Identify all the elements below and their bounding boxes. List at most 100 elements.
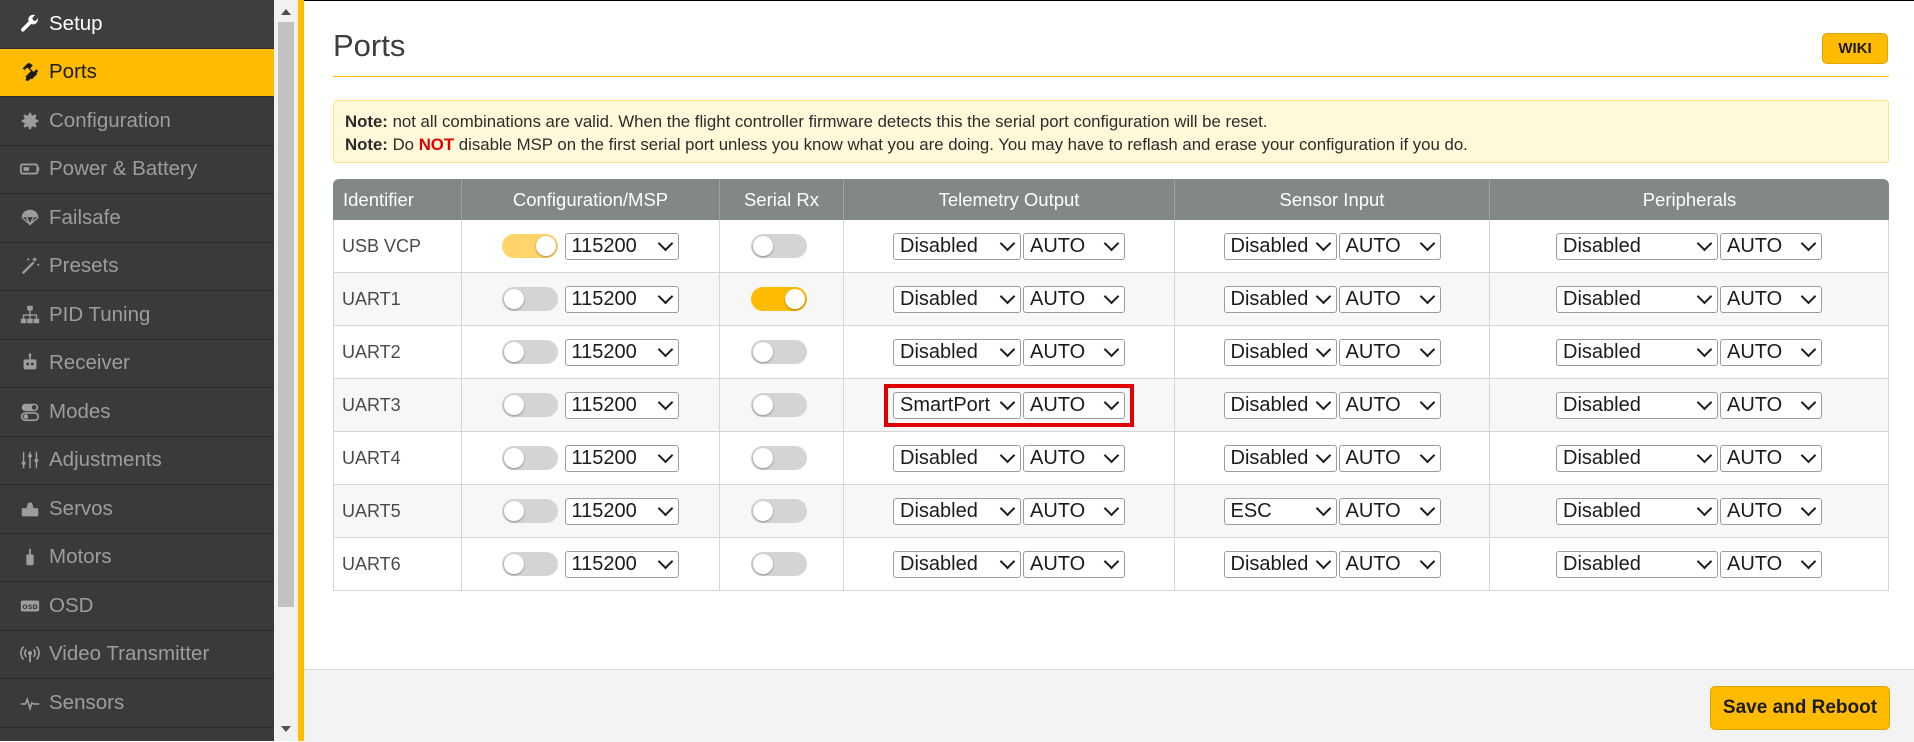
sensor-baud-select[interactable]: AUTO	[1338, 550, 1441, 578]
peripherals-select[interactable]: Disabled	[1556, 232, 1718, 260]
serial-rx-toggle[interactable]	[750, 234, 807, 258]
sidebar-item-ports[interactable]: Ports	[0, 48, 274, 97]
telemetry-baud-select[interactable]: AUTO	[1023, 391, 1125, 419]
telemetry-select[interactable]: Disabled	[893, 550, 1021, 578]
msp-toggle[interactable]	[501, 340, 558, 364]
sidebar-item-presets[interactable]: Presets	[0, 243, 274, 291]
msp-toggle[interactable]	[501, 234, 558, 258]
telemetry-baud-select[interactable]: AUTO	[1023, 550, 1125, 578]
telemetry-baud-select-value: AUTO	[1030, 234, 1086, 257]
telemetry-baud-select[interactable]: AUTO	[1023, 285, 1125, 313]
sidebar-item-motors[interactable]: Motors	[0, 534, 274, 582]
sensor-baud-select[interactable]: AUTO	[1338, 338, 1441, 366]
sensor-baud-select[interactable]: AUTO	[1338, 391, 1441, 419]
telemetry-select[interactable]: Disabled	[893, 497, 1021, 525]
sensor-select[interactable]: Disabled	[1223, 232, 1337, 260]
sensor-select[interactable]: Disabled	[1223, 391, 1337, 419]
telemetry-baud-select[interactable]: AUTO	[1023, 497, 1125, 525]
telemetry-select[interactable]: SmartPort	[893, 391, 1021, 419]
peripherals-select[interactable]: Disabled	[1556, 391, 1718, 419]
msp-baud-select[interactable]: 115200	[564, 232, 679, 260]
peripherals-baud-select[interactable]: AUTO	[1720, 338, 1822, 366]
sidebar-item-failsafe[interactable]: Failsafe	[0, 194, 274, 243]
msp-baud-select[interactable]: 115200	[564, 550, 679, 578]
peripherals-baud-select[interactable]: AUTO	[1720, 391, 1822, 419]
table-header-row: Identifier Configuration/MSP Serial Rx Tele…	[333, 179, 1889, 220]
serial-rx-toggle[interactable]	[750, 287, 807, 311]
chevron-down-icon	[1103, 288, 1120, 305]
serial-rx-toggle[interactable]	[750, 340, 807, 364]
sidebar-item-setup[interactable]: Setup	[0, 0, 274, 49]
sidebar-item-osd[interactable]: OSD OSD	[0, 582, 274, 631]
scroll-up-arrow-icon[interactable]	[281, 9, 291, 15]
save-and-reboot-button[interactable]: Save and Reboot	[1710, 686, 1890, 730]
sidebar-scrollbar[interactable]	[274, 0, 298, 741]
sidebar-item-receiver[interactable]: Receiver	[0, 340, 274, 388]
sidebar-item-pid-tuning[interactable]: PID Tuning	[0, 291, 274, 340]
telemetry-select[interactable]: Disabled	[893, 444, 1021, 472]
msp-baud-select[interactable]: 115200	[564, 444, 679, 472]
peripherals-select[interactable]: Disabled	[1556, 550, 1718, 578]
sensor-select[interactable]: Disabled	[1223, 285, 1337, 313]
telemetry-select[interactable]: Disabled	[893, 232, 1021, 260]
sensor-baud-select[interactable]: AUTO	[1338, 285, 1441, 313]
telemetry-select[interactable]: Disabled	[893, 338, 1021, 366]
sidebar-item-sensors[interactable]: Sensors	[0, 679, 274, 728]
chevron-down-icon	[1696, 235, 1713, 252]
sidebar-item-servos[interactable]: Servos	[0, 485, 274, 534]
cell-sensor-input: Disabled AUTO	[1175, 273, 1490, 326]
chevron-down-icon	[1800, 447, 1817, 464]
toggle-knob	[752, 395, 773, 415]
sensor-select[interactable]: Disabled	[1223, 444, 1337, 472]
sidebar: Setup Ports Configuration Power & Battery Fa…	[0, 0, 274, 741]
toggle-knob	[535, 236, 556, 256]
wiki-button[interactable]: WIKI	[1822, 33, 1888, 64]
peripherals-select[interactable]: Disabled	[1556, 497, 1718, 525]
peripherals-select[interactable]: Disabled	[1556, 285, 1718, 313]
peripherals-baud-select[interactable]: AUTO	[1720, 285, 1822, 313]
cell-configuration-msp: 115200	[462, 485, 720, 538]
peripherals-baud-select[interactable]: AUTO	[1720, 497, 1822, 525]
telemetry-select[interactable]: Disabled	[893, 285, 1021, 313]
sensor-select-value: Disabled	[1230, 393, 1309, 416]
sidebar-item-configuration[interactable]: Configuration	[0, 97, 274, 146]
msp-baud-select[interactable]: 115200	[564, 285, 679, 313]
peripherals-select[interactable]: Disabled	[1556, 444, 1718, 472]
serial-rx-toggle[interactable]	[750, 446, 807, 470]
msp-baud-select[interactable]: 115200	[564, 497, 679, 525]
msp-baud-select-value: 115200	[571, 446, 637, 469]
msp-baud-select[interactable]: 115200	[564, 391, 679, 419]
note-label: Note:	[345, 135, 388, 154]
sidebar-item-adjustments[interactable]: Adjustments	[0, 437, 274, 485]
sensor-select[interactable]: ESC	[1223, 497, 1337, 525]
msp-baud-select[interactable]: 115200	[564, 338, 679, 366]
sensor-baud-select[interactable]: AUTO	[1338, 497, 1441, 525]
chevron-down-icon	[1419, 500, 1435, 517]
sensor-select[interactable]: Disabled	[1223, 338, 1337, 366]
serial-rx-toggle[interactable]	[750, 552, 807, 576]
peripherals-select[interactable]: Disabled	[1556, 338, 1718, 366]
msp-toggle[interactable]	[501, 552, 558, 576]
chevron-down-icon	[1800, 500, 1817, 517]
telemetry-baud-select[interactable]: AUTO	[1023, 338, 1125, 366]
msp-toggle[interactable]	[501, 287, 558, 311]
peripherals-baud-select[interactable]: AUTO	[1720, 444, 1822, 472]
sidebar-item-video-transmitter[interactable]: Video Transmitter	[0, 631, 274, 679]
serial-rx-toggle[interactable]	[750, 393, 807, 417]
msp-toggle[interactable]	[501, 446, 558, 470]
peripherals-baud-select[interactable]: AUTO	[1720, 232, 1822, 260]
telemetry-baud-select[interactable]: AUTO	[1023, 232, 1125, 260]
sensor-baud-select[interactable]: AUTO	[1338, 232, 1441, 260]
serial-rx-toggle[interactable]	[750, 499, 807, 523]
msp-toggle[interactable]	[501, 393, 558, 417]
telemetry-baud-select[interactable]: AUTO	[1023, 444, 1125, 472]
scroll-down-arrow-icon[interactable]	[281, 726, 291, 732]
sensor-select[interactable]: Disabled	[1223, 550, 1337, 578]
msp-toggle[interactable]	[501, 499, 558, 523]
sidebar-item-modes[interactable]: Modes	[0, 388, 274, 437]
scrollbar-thumb[interactable]	[278, 22, 294, 607]
sensor-baud-select[interactable]: AUTO	[1338, 444, 1441, 472]
peripherals-baud-select[interactable]: AUTO	[1720, 550, 1822, 578]
sidebar-item-power-battery[interactable]: Power & Battery	[0, 146, 274, 194]
note-box: Note: not all combinations are valid. Wh…	[333, 100, 1889, 163]
